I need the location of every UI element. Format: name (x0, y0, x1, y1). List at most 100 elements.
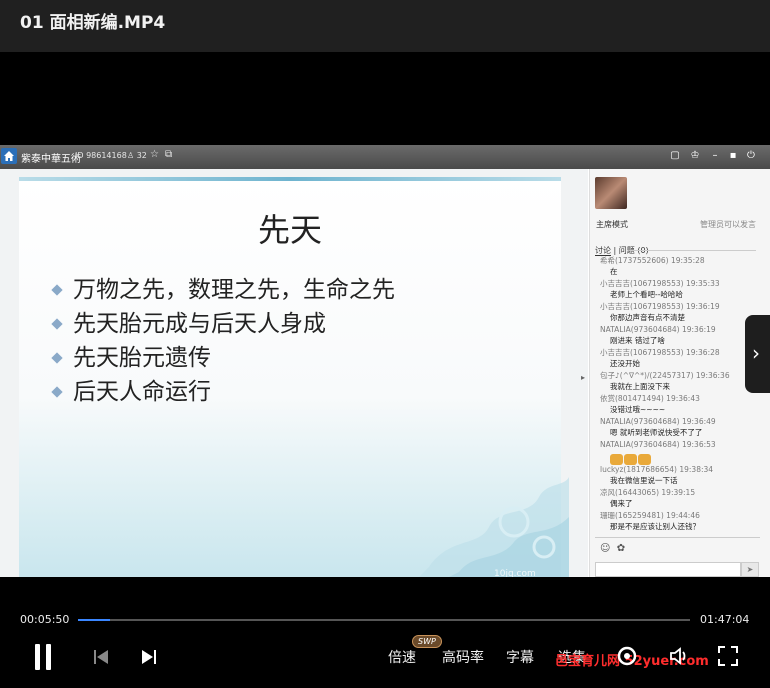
share-icon[interactable]: ⧉ (165, 149, 172, 160)
chat-message: luckyz(1817686654) 19:38:34 我在微信里说一下话 (600, 464, 760, 486)
host-avatar (595, 177, 627, 209)
message-body: 还没开始 (610, 359, 640, 368)
message-head: 珊珊(165259481) 19:44:46 (600, 511, 700, 520)
chat-message: 依赏(801471494) 19:36:43 没错过哦~~~~ (600, 393, 760, 415)
bitrate-button[interactable]: 高码率 (442, 647, 484, 667)
message-body: 刚进来 错过了啥 (610, 336, 665, 345)
home-icon[interactable] (1, 148, 17, 164)
chat-message: 凉风(16443065) 19:39:15 偶来了 (600, 487, 760, 509)
next-button[interactable] (140, 648, 158, 666)
slide-bullet: 万物之先，数理之先，生命之先 (51, 273, 395, 307)
chat-message: NATALIA(973604684) 19:36:53 (600, 439, 760, 465)
message-body: 我就在上面没下来 (610, 382, 670, 391)
bullet-text: 先天胎元成与后天人身成 (73, 311, 326, 337)
admin-note: 管理员可以发言 (700, 220, 756, 229)
fullscreen-button[interactable] (717, 645, 739, 667)
message-head: luckyz(1817686654) 19:38:34 (600, 465, 714, 474)
previous-button[interactable] (92, 648, 110, 666)
star-icon[interactable]: ☆ (150, 149, 159, 160)
wave-decoration (419, 477, 569, 577)
title-bar: 01 面相新编.MP4 (0, 0, 770, 52)
progress-fill (78, 619, 111, 621)
user-icon: ♙ (127, 151, 135, 160)
slide-bullet: 后天人命运行 (51, 375, 395, 409)
bullet-text: 万物之先，数理之先，生命之先 (73, 277, 395, 303)
volume-icon (670, 647, 686, 665)
skip-next-icon (142, 650, 156, 664)
message-head: 小吉吉吉(1067198553) 19:35:33 (600, 279, 720, 288)
bullet-diamond-icon (51, 284, 63, 296)
swp-badge: SWP (412, 635, 442, 648)
message-body: 那是不是应该让别人还钱？ (610, 522, 700, 531)
chevron-right-icon: › (752, 341, 760, 365)
emoji-icon[interactable]: ☺ (600, 543, 610, 554)
bullet-text: 后天人命运行 (73, 379, 211, 405)
message-head: 凉风(16443065) 19:39:15 (600, 488, 696, 497)
message-head: NATALIA(973604684) 19:36:19 (600, 325, 716, 334)
chat-message: NATALIA(973604684) 19:36:19 刚进来 错过了啥 (600, 324, 760, 346)
chat-divider (595, 537, 760, 538)
danmaku-button[interactable] (616, 645, 638, 667)
video-frame[interactable]: 紫泰中華五術 ID 98614168 ♙ 32 ☆ ⧉ ▢ ♔ – ▪ ⏻ 先天… (0, 145, 770, 577)
bullet-diamond-icon (51, 318, 63, 330)
danmaku-icon (617, 646, 637, 666)
speed-button[interactable]: 倍速 (388, 647, 416, 667)
room-titlebar: 紫泰中華五術 ID 98614168 ♙ 32 ☆ ⧉ ▢ ♔ – ▪ ⏻ (0, 145, 770, 169)
slide-bullet: 先天胎元成与后天人身成 (51, 307, 395, 341)
progress-bar[interactable] (78, 619, 690, 621)
message-head: 希希(1737552606) 19:35:28 (600, 256, 705, 265)
chat-message: 包子♪(^∇^*)/(22457317) 19:36:36 我就在上面没下来 (600, 370, 760, 392)
message-head: 包子♪(^∇^*)/(22457317) 19:36:36 (600, 371, 730, 380)
volume-button[interactable] (668, 645, 690, 667)
chat-mode: 主席模式 (596, 220, 628, 229)
message-body: 没错过哦~~~~ (610, 405, 666, 414)
tabs-divider (630, 250, 756, 251)
message-body: 我在微信里说一下话 (610, 476, 678, 485)
message-body: 偶来了 (610, 499, 633, 508)
power-icon[interactable]: ⏻ (744, 149, 758, 163)
maximize-icon[interactable]: ▪ (726, 149, 740, 163)
slide-page: 先天 万物之先，数理之先，生命之先 先天胎元成与后天人身成 先天胎元遗传 后天人… (19, 177, 569, 577)
fullscreen-icon (718, 646, 738, 666)
message-body: 嗯 就听到老师说快受不了了 (610, 428, 703, 437)
slide-bullet: 先天胎元遗传 (51, 341, 395, 375)
message-body: 老师上个看吧--哈哈哈 (610, 290, 683, 299)
screen-icon[interactable]: ▢ (668, 149, 682, 163)
bullet-diamond-icon (51, 352, 63, 364)
message-head: 小吉吉吉(1067198553) 19:36:28 (600, 348, 720, 357)
total-time: 01:47:04 (700, 613, 750, 626)
message-head: 依赏(801471494) 19:36:43 (600, 394, 700, 403)
room-user-count: ♙ 32 (127, 151, 147, 160)
send-icon[interactable]: ➤ (741, 562, 759, 577)
chat-panel: 主席模式 管理员可以发言 讨论 | 问题 (0) 希希(1737552606) … (589, 169, 770, 577)
slide-watermark: 10jq.com (494, 569, 536, 577)
message-body: 在 (610, 267, 618, 276)
room-name: 紫泰中華五術 (21, 154, 81, 165)
chat-message: 小吉吉吉(1067198553) 19:35:33 老师上个看吧--哈哈哈 (600, 278, 760, 300)
pause-bar-icon (46, 644, 51, 670)
chat-input[interactable] (595, 562, 741, 577)
chat-message: 希希(1737552606) 19:35:28 在 (600, 255, 760, 277)
slide-title: 先天 (257, 211, 322, 249)
message-head: 小吉吉吉(1067198553) 19:36:19 (600, 302, 720, 311)
subtitle-button[interactable]: 字幕 (506, 647, 534, 667)
bullet-diamond-icon (51, 386, 63, 398)
minimize-icon[interactable]: – (708, 149, 722, 163)
slide-area: 先天 万物之先，数理之先，生命之先 先天胎元成与后天人身成 先天胎元遗传 后天人… (0, 169, 588, 577)
chat-message: 珊珊(165259481) 19:44:46 那是不是应该让别人还钱？ (600, 510, 760, 532)
pause-button[interactable] (33, 644, 53, 670)
next-video-button[interactable]: › (745, 315, 770, 393)
slide-topline (19, 177, 561, 181)
chat-message: 小吉吉吉(1067198553) 19:36:19 你那边声音有点不清楚 (600, 301, 760, 323)
collapse-handle-icon[interactable]: ▸ (581, 373, 585, 382)
message-head: NATALIA(973604684) 19:36:49 (600, 417, 716, 426)
emoji-row (600, 450, 760, 465)
gift-icon[interactable]: ✿ (617, 543, 625, 554)
user-count-value: 32 (136, 151, 147, 160)
message-head: NATALIA(973604684) 19:36:53 (600, 440, 716, 449)
current-time: 00:05:50 (20, 613, 70, 626)
chat-message: 小吉吉吉(1067198553) 19:36:28 还没开始 (600, 347, 760, 369)
skin-icon[interactable]: ♔ (688, 149, 702, 163)
chat-messages[interactable]: 希希(1737552606) 19:35:28 在 小吉吉吉(1067198553… (600, 255, 760, 533)
pause-bar-icon (35, 644, 40, 670)
